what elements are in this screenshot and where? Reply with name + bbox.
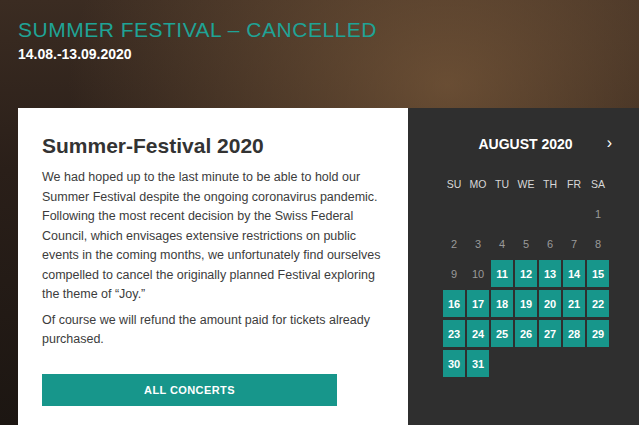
banner-dates: 14.08.-13.09.2020 — [18, 46, 621, 62]
calendar-day[interactable]: 18 — [491, 290, 513, 317]
notice-heading: Summer-Festival 2020 — [42, 134, 388, 158]
weekday-label: TH — [539, 170, 561, 197]
calendar-day[interactable]: 29 — [587, 320, 609, 347]
calendar-day: 3 — [467, 230, 489, 257]
notice-paragraph: We had hoped up to the last minute to be… — [42, 168, 388, 305]
calendar-day: 5 — [515, 230, 537, 257]
weekday-label: TU — [491, 170, 513, 197]
empty-day — [563, 200, 585, 227]
calendar-day[interactable]: 11 — [491, 260, 513, 287]
calendar-day[interactable]: 21 — [563, 290, 585, 317]
calendar-day[interactable]: 27 — [539, 320, 561, 347]
calendar-day[interactable]: 28 — [563, 320, 585, 347]
banner: SUMMER FESTIVAL – CANCELLED 14.08.-13.09.… — [0, 0, 639, 108]
calendar-month: AUGUST 2020 — [478, 136, 572, 152]
weekday-label: FR — [563, 170, 585, 197]
calendar-day[interactable]: 23 — [443, 320, 465, 347]
calendar-day: 2 — [443, 230, 465, 257]
banner-title: SUMMER FESTIVAL – CANCELLED — [18, 18, 621, 42]
calendar: AUGUST 2020›SUMOTUWETHFRSA12345678910111… — [408, 108, 639, 425]
weekday-label: SU — [443, 170, 465, 197]
calendar-header: AUGUST 2020› — [443, 136, 608, 152]
calendar-day: 6 — [539, 230, 561, 257]
calendar-day[interactable]: 31 — [467, 350, 489, 377]
weekday-label: SA — [587, 170, 609, 197]
notice-card: Summer-Festival 2020 We had hoped up to t… — [18, 108, 408, 425]
calendar-day[interactable]: 30 — [443, 350, 465, 377]
calendar-day[interactable]: 20 — [539, 290, 561, 317]
calendar-day[interactable]: 12 — [515, 260, 537, 287]
calendar-day[interactable]: 17 — [467, 290, 489, 317]
empty-day — [539, 350, 561, 377]
calendar-day: 1 — [587, 200, 609, 227]
empty-day — [491, 350, 513, 377]
notice-paragraph: Of course we will refund the amount paid… — [42, 311, 388, 350]
empty-day — [539, 200, 561, 227]
weekday-label: MO — [467, 170, 489, 197]
empty-day — [443, 200, 465, 227]
empty-day — [563, 350, 585, 377]
calendar-day[interactable]: 22 — [587, 290, 609, 317]
empty-day — [467, 200, 489, 227]
calendar-day[interactable]: 16 — [443, 290, 465, 317]
empty-day — [587, 350, 609, 377]
calendar-day: 9 — [443, 260, 465, 287]
calendar-day[interactable]: 14 — [563, 260, 585, 287]
next-month-button[interactable]: › — [607, 134, 612, 152]
calendar-day[interactable]: 26 — [515, 320, 537, 347]
empty-day — [515, 200, 537, 227]
empty-day — [491, 200, 513, 227]
all-concerts-button[interactable]: ALL CONCERTS — [42, 374, 337, 406]
calendar-day[interactable]: 25 — [491, 320, 513, 347]
calendar-day[interactable]: 19 — [515, 290, 537, 317]
calendar-day: 8 — [587, 230, 609, 257]
content: Summer-Festival 2020 We had hoped up to t… — [0, 108, 639, 425]
calendar-day: 7 — [563, 230, 585, 257]
calendar-grid: SUMOTUWETHFRSA12345678910111213141516171… — [443, 170, 623, 377]
page: SUMMER FESTIVAL – CANCELLED 14.08.-13.09.… — [0, 0, 639, 425]
calendar-day: 10 — [467, 260, 489, 287]
calendar-day[interactable]: 15 — [587, 260, 609, 287]
calendar-day[interactable]: 24 — [467, 320, 489, 347]
calendar-day: 4 — [491, 230, 513, 257]
weekday-label: WE — [515, 170, 537, 197]
empty-day — [515, 350, 537, 377]
notice-body: We had hoped up to the last minute to be… — [42, 168, 388, 356]
calendar-day[interactable]: 13 — [539, 260, 561, 287]
